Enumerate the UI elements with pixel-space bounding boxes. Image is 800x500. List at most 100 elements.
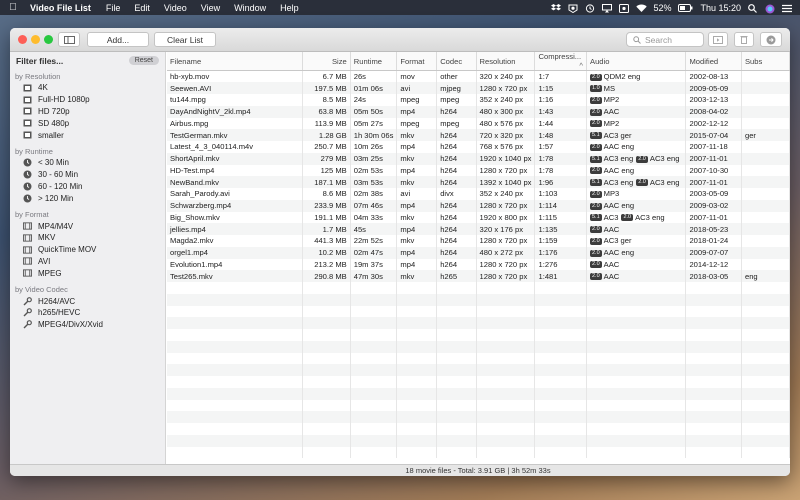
search-placeholder: Search: [645, 34, 672, 45]
add-button[interactable]: Add...: [87, 32, 149, 47]
table-row[interactable]: hb-xyb.mov 6.7 MB 26s mov other 320 x 240 px 1…: [167, 70, 790, 83]
column-header-compression[interactable]: Compressi... ^: [534, 52, 587, 71]
menu-bar:  Video File List File Edit Video View W…: [0, 0, 800, 15]
clock[interactable]: Thu 15:20: [700, 3, 741, 13]
battery-icon[interactable]: [678, 3, 693, 12]
column-header-filename[interactable]: Filename: [167, 52, 303, 71]
cell-subs: [741, 199, 790, 212]
menu-help[interactable]: Help: [273, 3, 306, 13]
brand-icon[interactable]: [568, 4, 578, 13]
sidebar-filter-item[interactable]: HD 720p: [10, 106, 165, 118]
table-row[interactable]: Test265.mkv 290.8 MB 47m 30s mkv h265 1280 x …: [167, 270, 790, 282]
sidebar-filter-item[interactable]: SD 480p: [10, 117, 165, 129]
play-button[interactable]: [708, 32, 728, 47]
airplay-icon[interactable]: [602, 3, 613, 12]
audio-track-text: AC3 eng: [635, 212, 665, 222]
zoom-window-button[interactable]: [44, 35, 53, 44]
sidebar-filter-item[interactable]: MPEG4/DivX/Xvid: [10, 319, 165, 331]
cell-codec: h264: [436, 246, 477, 259]
table-row[interactable]: HD-Test.mp4 125 MB 02m 53s mp4 h264 1280 x 72…: [167, 164, 790, 177]
trash-button[interactable]: [734, 32, 754, 47]
sidebar-filter-item[interactable]: AVI: [10, 256, 165, 268]
sidebar-filter-item[interactable]: 60 - 120 Min: [10, 181, 165, 193]
menu-window[interactable]: Window: [227, 3, 273, 13]
cell-compression: 1:43: [534, 105, 587, 118]
table-row[interactable]: Latest_4_3_040114.m4v 250.7 MB 10m 26s mp4 h…: [167, 141, 790, 153]
table-row[interactable]: Magda2.mkv 441.3 MB 22m 52s mkv h264 1280 x 7…: [167, 235, 790, 247]
sidebar-filter-item[interactable]: > 120 Min: [10, 192, 165, 204]
cell-filename: hb-xyb.mov: [167, 70, 303, 83]
table-row[interactable]: Schwarzberg.mp4 233.9 MB 07m 46s mp4 h264 128…: [167, 199, 790, 212]
cell-codec: [436, 387, 477, 400]
column-header-audio[interactable]: Audio: [586, 52, 687, 71]
sidebar-toggle-button[interactable]: [58, 32, 80, 47]
cell-audio: [586, 317, 687, 329]
cell-subs: [741, 329, 790, 341]
control-center-icon[interactable]: [782, 4, 792, 12]
close-window-button[interactable]: [18, 35, 27, 44]
menu-video[interactable]: Video: [157, 3, 194, 13]
table-row[interactable]: TestGerman.mkv 1.28 GB 1h 30m 06s mkv h264 72…: [167, 129, 790, 141]
siri-icon[interactable]: [765, 4, 775, 13]
cell-filename: Schwarzberg.mp4: [167, 199, 303, 212]
sidebar-filter-item[interactable]: MPEG: [10, 267, 165, 279]
cell-size: [302, 329, 351, 341]
table-row[interactable]: Evolution1.mp4 213.2 MB 19m 37s mp4 h264 1280…: [167, 258, 790, 271]
sync-icon[interactable]: [585, 3, 595, 13]
column-header-size[interactable]: Size: [302, 52, 351, 71]
table-row[interactable]: Seewen.AVI 197.5 MB 01m 06s avi mjpeg 1280 x …: [167, 82, 790, 94]
table-row[interactable]: Airbus.mpg 113.9 MB 05m 27s mpeg mpeg 480 x 5…: [167, 117, 790, 130]
column-header-resolution[interactable]: Resolution: [476, 52, 536, 71]
cell-filename: ShortApril.mkv: [167, 152, 303, 165]
table-row[interactable]: ShortApril.mkv 279 MB 03m 25s mkv h264 1920 x…: [167, 152, 790, 165]
cell-filename: Seewen.AVI: [167, 82, 303, 94]
cell-compression: [534, 317, 587, 329]
cell-runtime: [350, 446, 398, 459]
column-header-label: Resolution: [479, 56, 516, 66]
sidebar-filter-item[interactable]: < 30 Min: [10, 157, 165, 169]
table-row[interactable]: tu144.mpg 8.5 MB 24s mpeg mpeg 352 x 240 px 1:…: [167, 94, 790, 106]
menu-file[interactable]: File: [99, 3, 128, 13]
sidebar-filter-item[interactable]: H264/AVC: [10, 295, 165, 307]
table-row[interactable]: NewBand.mkv 187.1 MB 03m 53s mkv h264 1392 x …: [167, 176, 790, 188]
table-row[interactable]: Sarah_Parody.avi 8.6 MB 02m 38s avi divx 352 …: [167, 188, 790, 200]
menu-view[interactable]: View: [194, 3, 227, 13]
sidebar-filter-item[interactable]: h265/HEVC: [10, 307, 165, 319]
column-header-format[interactable]: Format: [396, 52, 438, 71]
sidebar-filter-item[interactable]: Full-HD 1080p: [10, 94, 165, 106]
cell-format: [396, 293, 438, 306]
cell-compression: 1:481: [534, 270, 587, 282]
sidebar-filter-item[interactable]: 30 - 60 Min: [10, 169, 165, 181]
sidebar-filter-item[interactable]: QuickTime MOV: [10, 244, 165, 256]
search-input[interactable]: Search: [626, 32, 704, 47]
menu-app-name[interactable]: Video File List: [26, 3, 99, 13]
column-header-subs[interactable]: Subs: [741, 52, 790, 71]
sidebar-filter-item[interactable]: smaller: [10, 129, 165, 141]
table-row[interactable]: DayAndNightV_2kl.mp4 63.8 MB 05m 50s mp4 h26…: [167, 105, 790, 118]
table-row-empty: [167, 387, 790, 400]
column-header-codec[interactable]: Codec: [436, 52, 477, 71]
spotlight-icon[interactable]: [748, 3, 758, 13]
reset-button[interactable]: Reset: [128, 56, 159, 65]
battery-percent[interactable]: 52%: [653, 3, 671, 13]
column-header-runtime[interactable]: Runtime: [350, 52, 398, 71]
cell-modified: 2009-03-02: [685, 199, 742, 212]
table-row[interactable]: orgel1.mp4 10.2 MB 02m 47s mp4 h264 480 x 272…: [167, 246, 790, 259]
table-row[interactable]: jellies.mp4 1.7 MB 45s mp4 h264 320 x 176 px 1…: [167, 223, 790, 235]
notification-icon[interactable]: [619, 3, 630, 13]
apple-menu-icon[interactable]: : [0, 2, 26, 13]
wifi-icon[interactable]: [636, 4, 648, 12]
clear-list-button[interactable]: Clear List: [154, 32, 216, 47]
sidebar-filter-item[interactable]: MKV: [10, 232, 165, 244]
sidebar-filter-item[interactable]: MP4/M4V: [10, 220, 165, 232]
cell-audio: 2.0 MP2: [586, 94, 687, 106]
cell-audio: [586, 376, 687, 388]
sidebar-section-title: by Resolution: [15, 72, 61, 81]
table-row[interactable]: Big_Show.mkv 191.1 MB 04m 33s mkv h264 1920 x…: [167, 211, 790, 224]
menu-edit[interactable]: Edit: [127, 3, 157, 13]
forward-button[interactable]: [760, 32, 782, 47]
column-header-modified[interactable]: Modified: [685, 52, 742, 71]
dropbox-icon[interactable]: [551, 3, 562, 12]
minimize-window-button[interactable]: [31, 35, 40, 44]
sidebar-filter-item[interactable]: 4K: [10, 82, 165, 94]
